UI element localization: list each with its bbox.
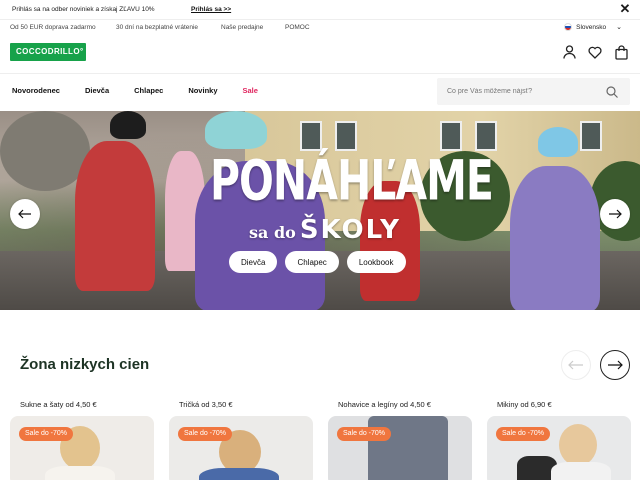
- carousel-next-arrow-icon[interactable]: [600, 350, 630, 380]
- coccodrillo-logo[interactable]: COCCODRILLO°: [10, 43, 86, 61]
- child-photo: [559, 424, 597, 466]
- hero-subtitle-small: sa do: [249, 223, 296, 242]
- category-label[interactable]: Nohavice a legíny od 4,50 €: [338, 400, 431, 409]
- hero-lookbook-button[interactable]: Lookbook: [346, 251, 406, 273]
- hero-prev-arrow-icon[interactable]: [10, 199, 40, 229]
- hero-girl-button[interactable]: Dievča: [229, 251, 278, 273]
- nav-boy[interactable]: Chlapec: [134, 86, 163, 95]
- hero-child: [75, 141, 155, 291]
- hero-window: [300, 121, 322, 151]
- info-help[interactable]: POMOC: [285, 24, 310, 31]
- hero-window: [475, 121, 497, 151]
- promo-bar: Prihlás sa na odber noviniek a získaj ZĽ…: [0, 0, 640, 20]
- user-account-icon[interactable]: [562, 44, 576, 60]
- nav-girl[interactable]: Dievča: [85, 86, 109, 95]
- wishlist-heart-icon[interactable]: [588, 44, 602, 60]
- hero-window: [440, 121, 462, 151]
- hero-boy-button[interactable]: Chlapec: [285, 251, 339, 273]
- promo-text: Prihlás sa na odber noviniek a získaj ZĽ…: [12, 6, 155, 13]
- info-free-returns[interactable]: 30 dní na bezplatné vrátenie: [116, 24, 198, 31]
- search-box: [437, 78, 630, 105]
- main-nav: Novorodenec Dievča Chlapec Novinky Sale: [12, 86, 283, 95]
- language-selector[interactable]: Slovensko ⌄: [564, 23, 622, 31]
- chevron-down-icon: ⌄: [616, 24, 622, 31]
- product-category-carousel: Sukne a šaty od 4,50 € Sale do -70% Trič…: [10, 400, 640, 480]
- sale-badge: Sale do -70%: [178, 427, 233, 441]
- hero-subtitle-big: ŠKOLY: [299, 215, 401, 245]
- category-image[interactable]: [487, 416, 631, 480]
- hero-title: PONÁHĽAME: [210, 148, 494, 214]
- hero-helmet: [110, 111, 146, 139]
- sale-badge: Sale do -70%: [337, 427, 392, 441]
- category-card[interactable]: Sukne a šaty od 4,50 € Sale do -70%: [10, 400, 154, 480]
- info-free-shipping[interactable]: Od 50 EUR doprava zadarmo: [10, 24, 96, 31]
- language-label: Slovensko: [576, 23, 607, 31]
- hero-banner[interactable]: PONÁHĽAME sa do ŠKOLY Dievča Chlapec Look…: [0, 111, 640, 310]
- category-label[interactable]: Mikiny od 6,90 €: [497, 400, 552, 409]
- hero-child: [510, 166, 600, 310]
- child-photo: [45, 466, 115, 480]
- hero-window: [335, 121, 357, 151]
- category-card[interactable]: Tričká od 3,50 € Sale do -70%: [169, 400, 313, 480]
- hero-subtitle: sa do ŠKOLY: [210, 215, 440, 245]
- category-label[interactable]: Tričká od 3,50 €: [179, 400, 233, 409]
- info-bar: Od 50 EUR doprava zadarmo 30 dní na bezp…: [0, 20, 640, 38]
- promo-signup-link[interactable]: Prihlás sa >>: [191, 6, 231, 13]
- sale-badge: Sale do -70%: [496, 427, 551, 441]
- child-photo: [551, 462, 611, 480]
- nav-new[interactable]: Novinky: [188, 86, 217, 95]
- search-input[interactable]: [447, 84, 597, 99]
- close-promo-button[interactable]: ✕: [618, 2, 632, 16]
- hero-next-arrow-icon[interactable]: [600, 199, 630, 229]
- category-image[interactable]: [169, 416, 313, 480]
- hero-window: [580, 121, 602, 151]
- hero-helmet: [538, 127, 578, 157]
- slovakia-flag-icon: [564, 23, 573, 31]
- category-image[interactable]: [10, 416, 154, 480]
- sale-badge: Sale do -70%: [19, 427, 74, 441]
- category-card[interactable]: Nohavice a legíny od 4,50 € Sale do -70%: [328, 400, 472, 480]
- category-label[interactable]: Sukne a šaty od 4,50 €: [20, 400, 97, 409]
- category-image[interactable]: [328, 416, 472, 480]
- carousel-prev-arrow-icon[interactable]: [561, 350, 591, 380]
- hero-buttons: Dievča Chlapec Lookbook: [229, 251, 406, 273]
- category-card[interactable]: Mikiny od 6,90 € Sale do -70%: [487, 400, 631, 480]
- section-title: Žona nizkych cien: [20, 356, 150, 373]
- header-divider: [0, 73, 640, 74]
- child-photo: [368, 416, 448, 480]
- nav-sale[interactable]: Sale: [243, 86, 258, 95]
- search-icon[interactable]: [606, 85, 618, 103]
- shopping-bag-icon[interactable]: [614, 44, 628, 60]
- hero-helmet: [205, 111, 267, 149]
- header-icons: [562, 44, 628, 60]
- child-photo: [199, 468, 279, 480]
- nav-newborn[interactable]: Novorodenec: [12, 86, 60, 95]
- info-stores[interactable]: Naše predajne: [221, 24, 263, 31]
